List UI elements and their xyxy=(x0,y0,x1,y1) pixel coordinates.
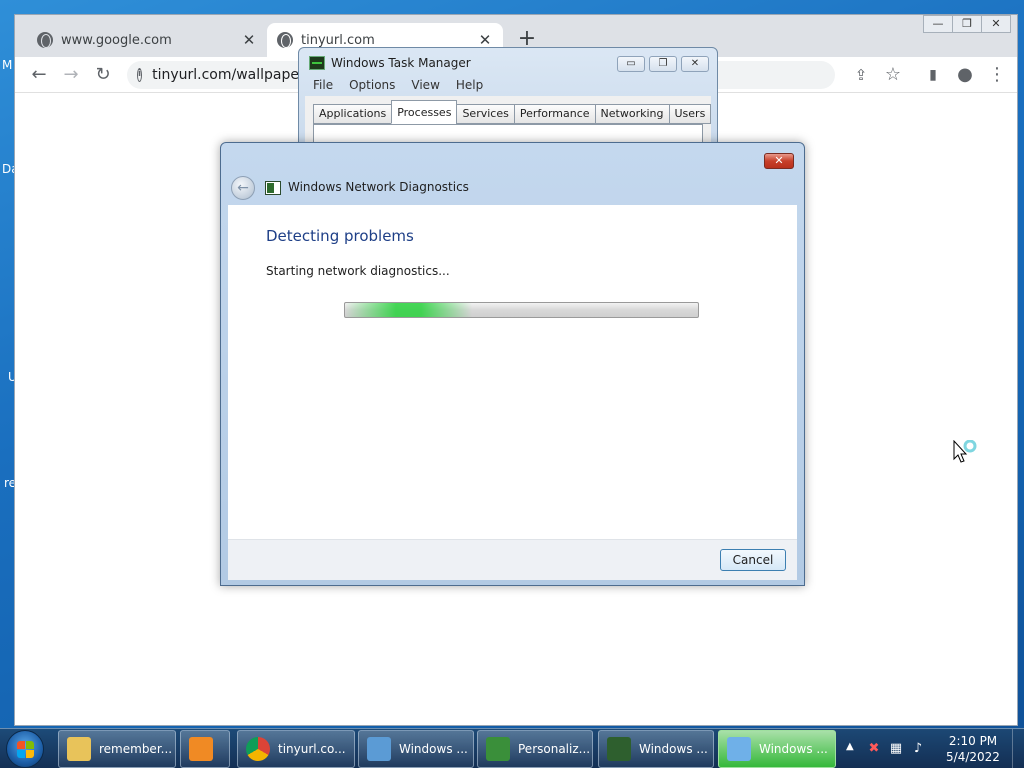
taskbar-button-label: Personaliz... xyxy=(518,742,591,756)
volume-icon[interactable]: ♪ xyxy=(910,741,926,757)
close-button[interactable]: ✕ xyxy=(981,15,1011,33)
dialog-footer: Cancel xyxy=(228,539,797,580)
page-heading: Detecting problems xyxy=(266,227,414,245)
network-diagnostics-icon xyxy=(727,737,751,761)
menu-help[interactable]: Help xyxy=(448,78,491,92)
clock-time: 2:10 PM xyxy=(948,734,998,748)
tab-networking[interactable]: Networking xyxy=(594,104,670,124)
minimize-button[interactable]: ▭ xyxy=(617,56,645,72)
site-info-icon[interactable]: i xyxy=(137,68,143,82)
network-diagnostics-dialog: ✕ ← Windows Network Diagnostics Detectin… xyxy=(220,142,805,586)
show-desktop-button[interactable] xyxy=(1012,729,1024,768)
side-panel-icon[interactable]: ▮ xyxy=(921,63,945,87)
tab-processes[interactable]: Processes xyxy=(391,100,458,124)
address-text: tinyurl.com/wallpaperl xyxy=(152,67,307,83)
progress-bar xyxy=(344,302,699,318)
progress-marquee xyxy=(345,303,473,317)
system-clock[interactable]: 2:10 PM 5/4/2022 xyxy=(940,733,1006,765)
taskbar-button-label: remember... xyxy=(99,742,173,756)
taskbar-button-network-diagnostics[interactable]: Windows ... xyxy=(718,730,836,768)
taskbar-button-label: Windows ... xyxy=(399,742,468,756)
back-arrow-icon[interactable]: ← xyxy=(231,176,255,200)
bookmark-star-icon[interactable]: ☆ xyxy=(881,63,905,87)
busy-cursor-icon xyxy=(953,440,977,463)
task-manager-menu-bar: File Options View Help xyxy=(305,78,491,92)
taskbar-button-label: tinyurl.co... xyxy=(278,742,346,756)
address-bar[interactable]: i tinyurl.com/wallpaperl xyxy=(127,61,307,89)
profile-icon[interactable]: ● xyxy=(953,63,977,87)
chrome-window-controls: — ❐ ✕ xyxy=(923,15,1011,33)
menu-options[interactable]: Options xyxy=(341,78,403,92)
taskbar-button-explorer[interactable]: remember... xyxy=(58,730,176,768)
globe-icon xyxy=(277,32,293,48)
taskbar-button-personalization[interactable]: Personaliz... xyxy=(477,730,593,768)
menu-icon[interactable]: ⋮ xyxy=(985,63,1009,87)
task-manager-tabs: Applications Processes Services Performa… xyxy=(313,100,712,124)
clock-date: 5/4/2022 xyxy=(946,750,1000,764)
menu-view[interactable]: View xyxy=(403,78,447,92)
back-button[interactable]: ← xyxy=(27,63,51,87)
dialog-title: Windows Network Diagnostics xyxy=(288,180,469,194)
restore-button[interactable]: ❐ xyxy=(649,56,677,72)
show-hidden-icons-button[interactable]: ▲ xyxy=(846,741,854,752)
network-icon[interactable]: ▦ xyxy=(888,741,904,757)
chrome-icon xyxy=(246,737,270,761)
task-manager-window: Windows Task Manager ▭ ❐ ✕ File Options … xyxy=(298,47,718,164)
windows-logo-icon xyxy=(17,741,35,759)
forward-button[interactable]: → xyxy=(59,63,83,87)
task-manager-title: Windows Task Manager xyxy=(331,56,471,70)
taskbar-button-label: Windows ... xyxy=(759,742,828,756)
start-button[interactable] xyxy=(6,730,44,768)
tab-users[interactable]: Users xyxy=(668,104,712,124)
tab-title: www.google.com xyxy=(61,32,172,48)
address-bar-end[interactable] xyxy=(715,61,835,89)
task-manager-controls: ▭ ❐ ✕ xyxy=(613,56,709,72)
taskbar-button-windows-update[interactable]: Windows ... xyxy=(358,730,474,768)
share-icon[interactable]: ⇪ xyxy=(849,63,873,87)
close-tab-icon[interactable]: ✕ xyxy=(241,31,257,49)
taskbar-button-media-player[interactable] xyxy=(180,730,230,768)
menu-file[interactable]: File xyxy=(305,78,341,92)
taskbar-button-chrome[interactable]: tinyurl.co... xyxy=(237,730,355,768)
globe-icon xyxy=(37,32,53,48)
reload-button[interactable]: ↻ xyxy=(91,63,115,87)
dialog-content: Detecting problems Starting network diag… xyxy=(228,205,797,539)
tab-title: tinyurl.com xyxy=(301,32,375,48)
tab-google[interactable]: www.google.com ✕ xyxy=(27,23,267,57)
desktop-label-fragment: M xyxy=(2,58,13,72)
folder-icon xyxy=(67,737,91,761)
cancel-button[interactable]: Cancel xyxy=(720,549,786,571)
status-text: Starting network diagnostics... xyxy=(266,264,450,278)
windows-update-icon xyxy=(367,737,391,761)
network-diagnostics-icon xyxy=(265,181,281,195)
taskbar-button-label: Windows ... xyxy=(639,742,708,756)
task-manager-title-bar: Windows Task Manager xyxy=(309,56,471,70)
tab-services[interactable]: Services xyxy=(456,104,515,124)
personalize-icon xyxy=(486,737,510,761)
minimize-button[interactable]: — xyxy=(923,15,953,33)
tab-applications[interactable]: Applications xyxy=(313,104,393,124)
task-manager-icon xyxy=(607,737,631,761)
restore-button[interactable]: ❐ xyxy=(952,15,982,33)
network-error-icon[interactable]: ✖ xyxy=(866,741,882,757)
system-tray: ✖ ▦ ♪ xyxy=(866,741,932,757)
taskbar: remember... tinyurl.co... Windows ... Pe… xyxy=(0,728,1024,768)
tab-performance[interactable]: Performance xyxy=(513,104,596,124)
close-button[interactable]: ✕ xyxy=(764,153,794,169)
taskbar-button-task-manager[interactable]: Windows ... xyxy=(598,730,714,768)
task-manager-icon xyxy=(309,56,325,70)
media-player-icon xyxy=(189,737,213,761)
close-button[interactable]: ✕ xyxy=(681,56,709,72)
